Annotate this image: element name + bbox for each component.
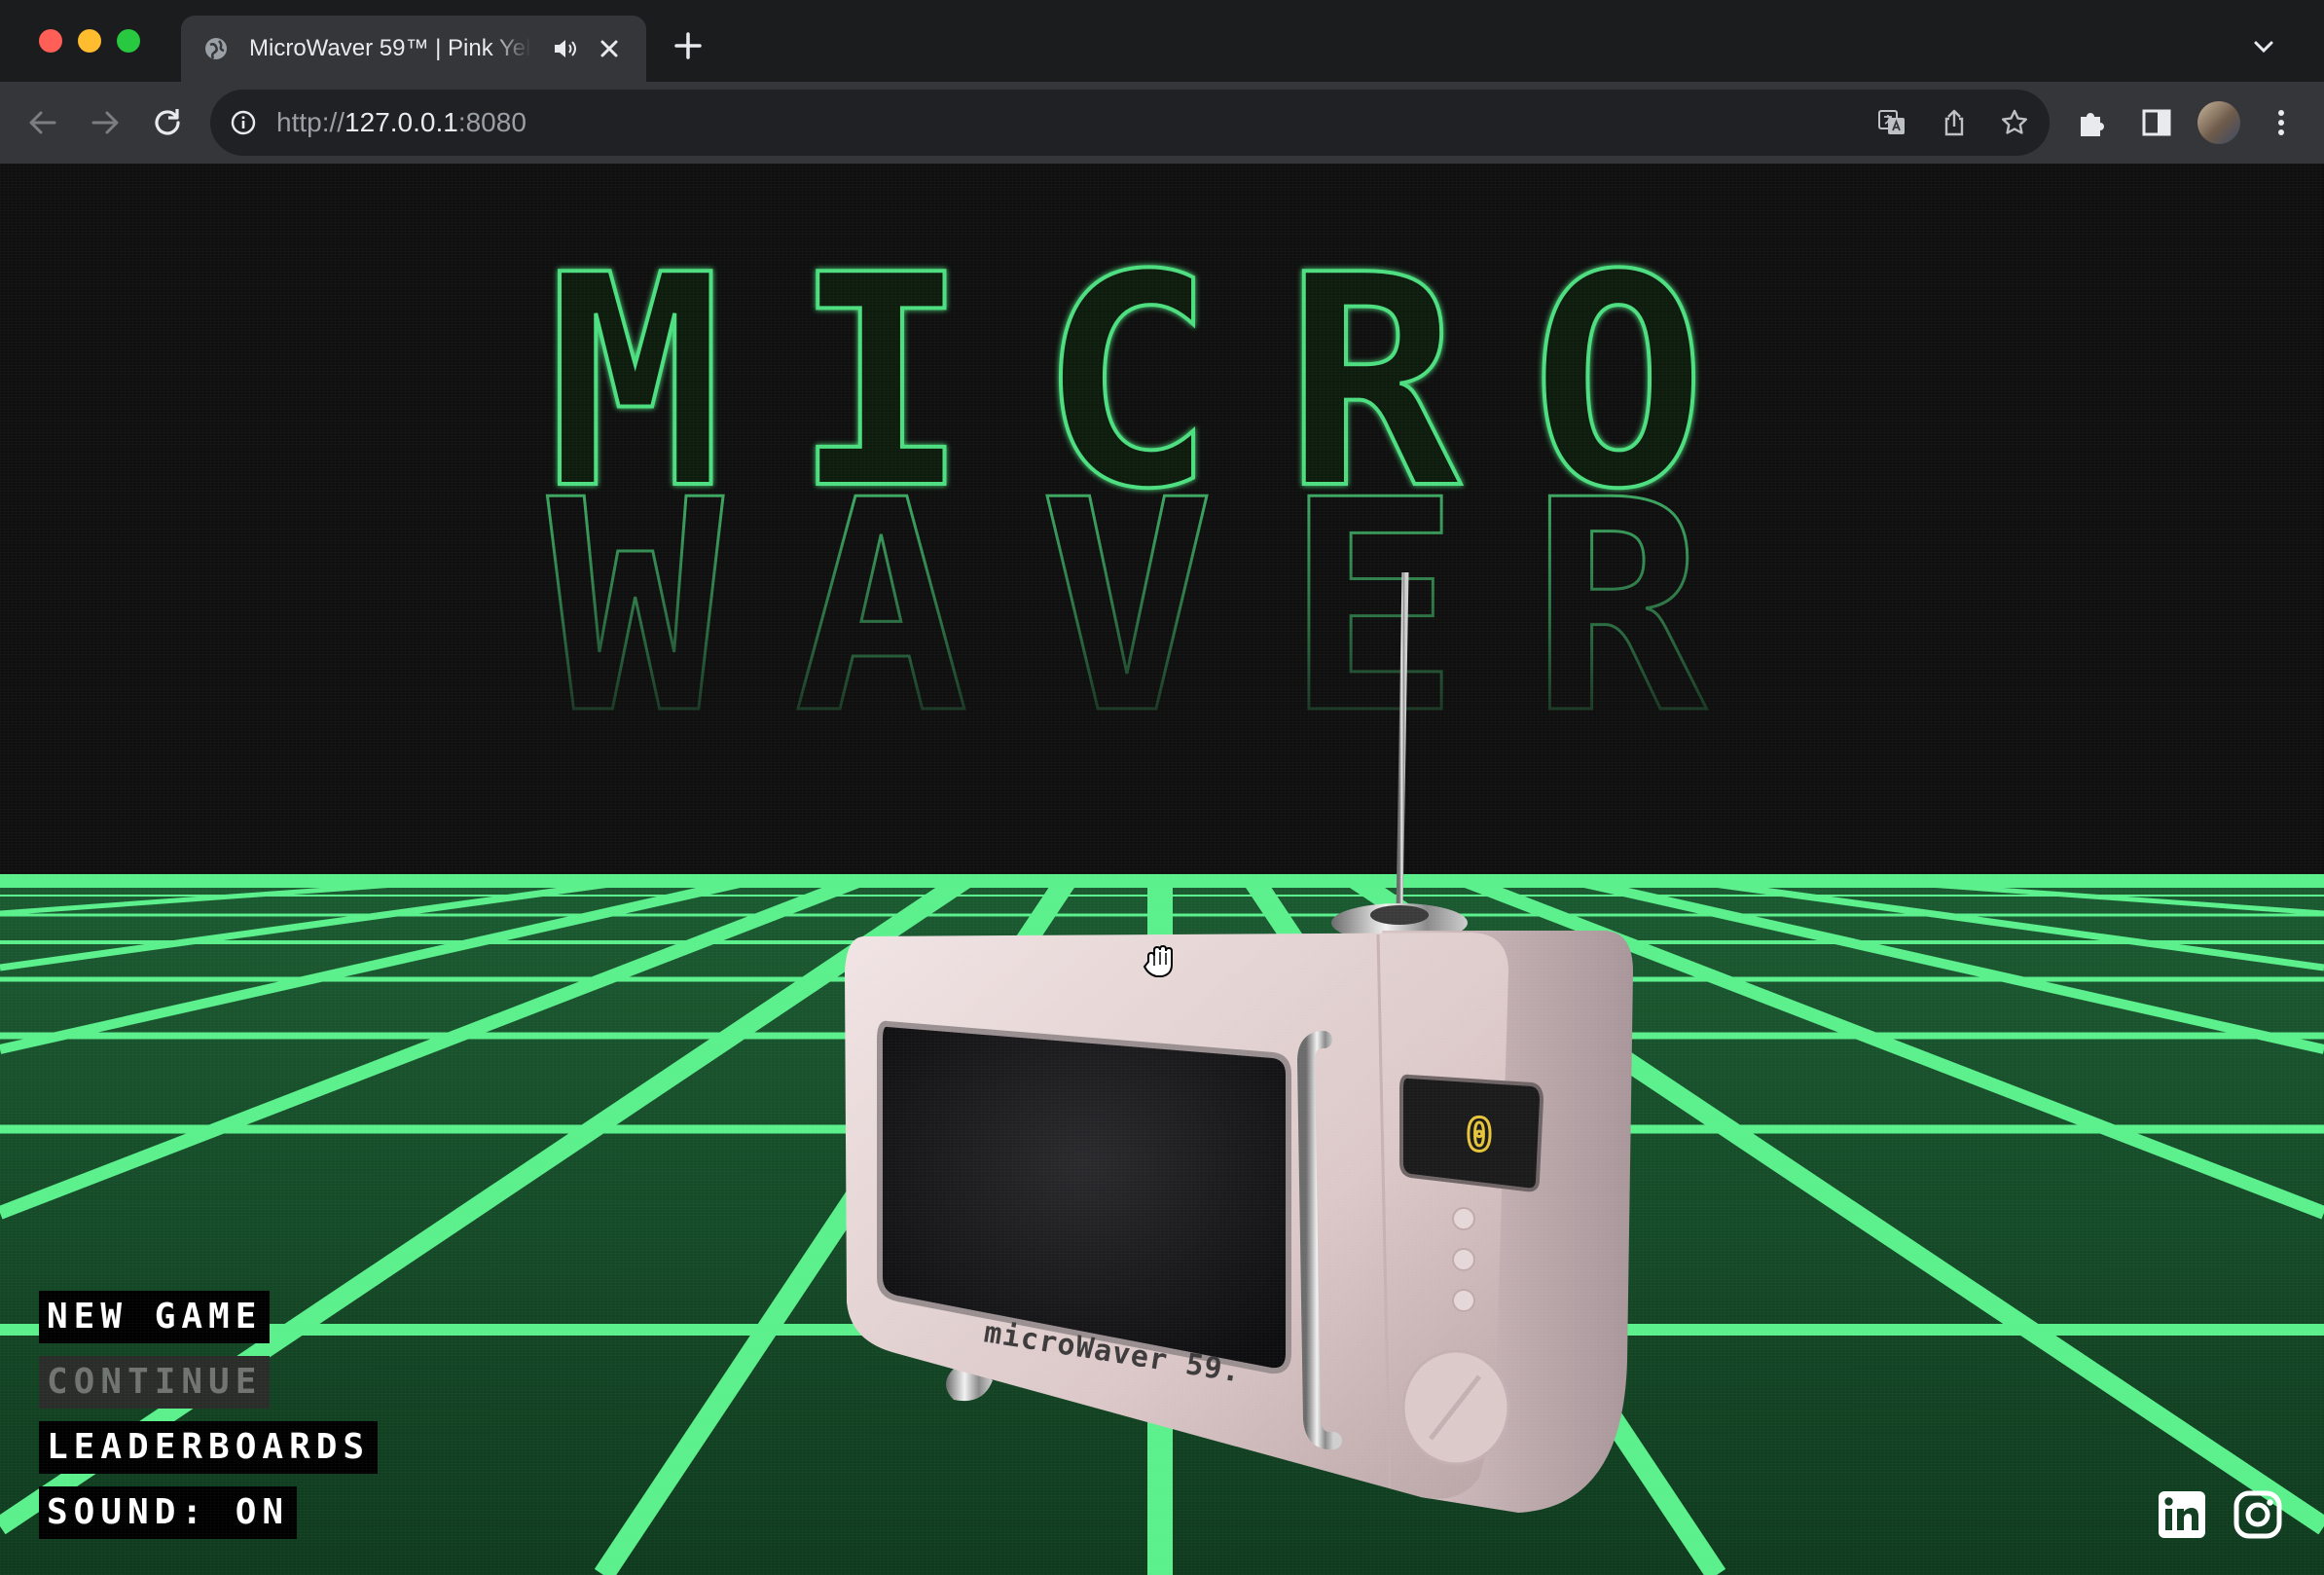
browser-tab[interactable]: MicroWaver 59™ | Pink Yellow xyxy=(181,16,646,82)
extensions-puzzle-icon[interactable] xyxy=(2075,105,2110,140)
microwave-display-digit: 0 xyxy=(1466,1109,1493,1161)
share-icon[interactable] xyxy=(1939,107,1970,138)
microwave-appliance[interactable]: microWaver 59. 0 xyxy=(837,563,1654,1546)
microwave-button-1[interactable] xyxy=(1452,1207,1475,1230)
instagram-icon[interactable] xyxy=(2233,1489,2283,1540)
close-window-button[interactable] xyxy=(39,29,62,53)
linkedin-icon[interactable] xyxy=(2157,1489,2207,1540)
close-tab-icon[interactable] xyxy=(594,33,625,64)
address-bar[interactable]: http://127.0.0.1:8080 xyxy=(210,90,2050,156)
sound-toggle-button[interactable]: SOUND: ON xyxy=(39,1486,298,1539)
leaderboards-button[interactable]: LEADERBOARDS xyxy=(39,1421,379,1474)
continue-button[interactable]: CONTINUE xyxy=(39,1356,271,1409)
toolbar: http://127.0.0.1:8080 xyxy=(0,82,2324,164)
bookmark-star-icon[interactable] xyxy=(1999,107,2030,138)
chevron-down-icon[interactable] xyxy=(2250,33,2277,60)
back-arrow-icon[interactable] xyxy=(23,103,62,142)
new-game-button[interactable]: NEW GAME xyxy=(39,1291,271,1343)
microwave-button-2[interactable] xyxy=(1452,1248,1475,1271)
minimize-window-button[interactable] xyxy=(78,29,101,53)
audio-playing-icon[interactable] xyxy=(551,35,578,62)
info-icon[interactable] xyxy=(230,109,257,136)
browser-chrome: MicroWaver 59™ | Pink Yellow xyxy=(0,0,2324,164)
antenna xyxy=(1396,571,1409,914)
tab-title: MicroWaver 59™ | Pink Yellow xyxy=(249,35,531,61)
side-panel-icon[interactable] xyxy=(2139,105,2174,140)
microwave-button-3[interactable] xyxy=(1452,1289,1475,1312)
game-viewport[interactable]: MICRO WAVER microWaver 59. 0 NEW GAME CO… xyxy=(0,164,2324,1575)
globe-icon xyxy=(205,38,227,59)
new-tab-icon[interactable] xyxy=(672,29,705,62)
grab-hand-cursor-icon xyxy=(1143,944,1173,977)
tab-strip: MicroWaver 59™ | Pink Yellow xyxy=(0,0,2324,82)
maximize-window-button[interactable] xyxy=(117,29,140,53)
translate-icon[interactable] xyxy=(1876,107,1907,138)
profile-avatar[interactable] xyxy=(2197,101,2240,144)
url-text[interactable]: http://127.0.0.1:8080 xyxy=(276,105,527,140)
reload-icon[interactable] xyxy=(148,103,187,142)
more-menu-icon[interactable] xyxy=(2264,105,2299,140)
forward-arrow-icon[interactable] xyxy=(86,103,125,142)
